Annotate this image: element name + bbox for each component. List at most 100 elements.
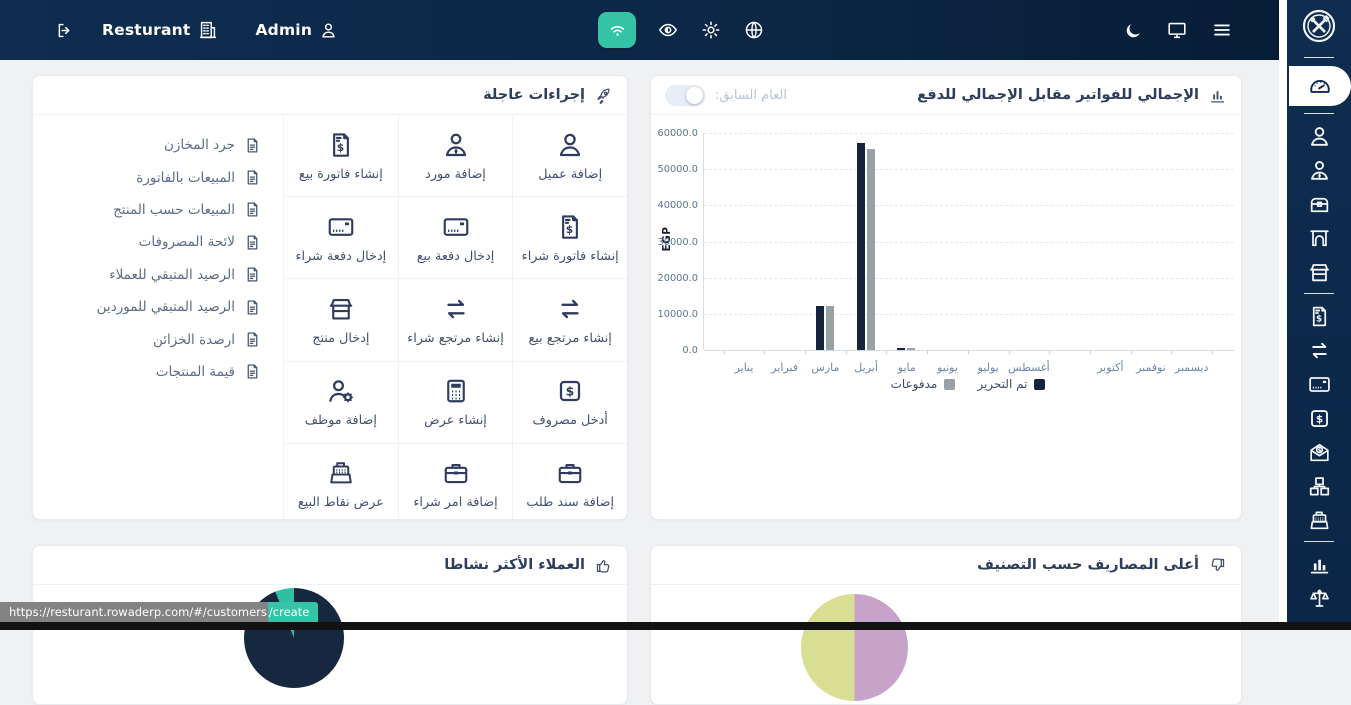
report-link[interactable]: المبيعات حسب المنتج	[43, 194, 261, 226]
sidebar-item-chest[interactable]	[1287, 187, 1351, 221]
logout-icon[interactable]	[55, 21, 74, 40]
action-tile-label: إضافة عميل	[538, 167, 602, 182]
gear-icon[interactable]	[700, 19, 722, 41]
transfer-icon	[1307, 338, 1332, 363]
action-tile[interactable]: إضافة عميل	[513, 115, 627, 196]
thumbs-up-icon	[594, 556, 613, 575]
monitor-icon[interactable]	[1166, 19, 1188, 41]
briefcase-icon	[441, 458, 471, 488]
y-tick-label: 10000.0	[650, 309, 698, 320]
customers-title: العملاء الأكثر نشاطا	[444, 557, 585, 573]
action-tile-label: أدخل مصروف	[532, 413, 607, 428]
x-tick-label: أغسطس	[997, 361, 1061, 374]
dashboard-page: { "navbar": { "brand": "Resturant", "use…	[0, 0, 1351, 630]
quick-actions-body: إضافة عميل إضافة موردإنشاء فاتورة بيع إنشا…	[33, 115, 627, 520]
sidebar-item-register[interactable]	[1287, 503, 1351, 537]
sidebar-item-dashboard-active[interactable]	[1289, 66, 1351, 106]
action-tile[interactable]: إنشاء فاتورة بيع	[284, 115, 398, 196]
action-tile[interactable]: إنشاء فاتورة شراء	[513, 197, 627, 278]
action-tile[interactable]: عرض نقاط البيع	[284, 444, 398, 520]
brand-name: Resturant	[102, 21, 190, 39]
building-icon	[197, 19, 219, 41]
sidebar-item-dollar-square[interactable]	[1287, 401, 1351, 435]
action-tile[interactable]: أدخل مصروف	[513, 362, 627, 443]
dollar-square-icon	[1307, 406, 1332, 431]
quick-actions-header: إجراءات عاجلة	[33, 76, 627, 115]
action-tile[interactable]: إضافة موظف	[284, 362, 398, 443]
navbar-center-group	[598, 0, 765, 60]
report-link[interactable]: قيمة المنتجات	[43, 356, 261, 388]
prev-year-toggle[interactable]	[665, 85, 705, 106]
sidebar-item-store[interactable]	[1287, 255, 1351, 289]
boxes-icon	[1307, 474, 1332, 499]
report-link[interactable]: المبيعات بالفاتورة	[43, 161, 261, 193]
chart-legend: تم التحريرمدفوعات	[703, 377, 1233, 391]
action-tile-label: إنشاء فاتورة شراء	[522, 249, 619, 264]
gridline	[704, 205, 1234, 206]
action-tile[interactable]: إضافة امر شراء	[399, 444, 513, 520]
sidebar-item-money-envelope[interactable]	[1287, 435, 1351, 469]
action-tile-label: إضافة موظف	[305, 413, 377, 428]
moon-icon[interactable]	[1124, 21, 1143, 40]
action-tile[interactable]: إضافة مورد	[399, 115, 513, 196]
y-tick-label: 30000.0	[650, 237, 698, 248]
sidebar-item-credit-card[interactable]	[1287, 367, 1351, 401]
report-link[interactable]: الرصيد المتبقي للعملاء	[43, 259, 261, 291]
x-tick	[886, 350, 887, 354]
app-logo[interactable]	[1299, 6, 1339, 46]
sidebar-item-user-tie[interactable]	[1287, 153, 1351, 187]
briefcase-icon	[555, 458, 585, 488]
sidebar-item-user[interactable]	[1287, 119, 1351, 153]
doc-report-icon	[244, 169, 261, 186]
x-tick	[927, 350, 928, 354]
scales-icon	[1307, 586, 1332, 611]
legend-label: مدفوعات	[891, 377, 938, 391]
x-tick	[1212, 350, 1213, 354]
invoice-dollar-icon	[1307, 304, 1332, 329]
thumbs-down-icon	[1208, 556, 1227, 575]
report-link[interactable]: لائحة المصروفات	[43, 226, 261, 258]
action-tile-label: إنشاء عرض	[424, 413, 487, 428]
globe-icon[interactable]	[743, 19, 765, 41]
x-tick-label: ديسمبر	[1160, 361, 1224, 374]
bar-chart: EGP 0.010000.020000.030000.040000.050000…	[651, 115, 1241, 415]
chart-plot-area: 0.010000.020000.030000.040000.050000.060…	[703, 133, 1234, 350]
sidebar-item-invoice-dollar[interactable]	[1287, 299, 1351, 333]
user-gear-icon	[326, 376, 356, 406]
action-tile[interactable]: إنشاء مرتجع شراء	[399, 279, 513, 360]
transfer-icon	[441, 294, 471, 324]
status-url-base: https://resturant.rowaderp.com/#/custome…	[0, 602, 268, 622]
legend-swatch	[1034, 379, 1045, 390]
action-tile[interactable]: إنشاء عرض	[399, 362, 513, 443]
invoice-dollar-icon	[555, 212, 585, 242]
expenses-title-group: أعلى المصاريف حسب التصنيف	[977, 556, 1227, 575]
action-tile[interactable]: إدخال منتج	[284, 279, 398, 360]
sidebar-item-boxes[interactable]	[1287, 469, 1351, 503]
action-tile[interactable]: إدخال دفعة شراء	[284, 197, 398, 278]
user-menu[interactable]: Admin	[255, 21, 338, 40]
action-tile[interactable]: إنشاء مرتجع بيع	[513, 279, 627, 360]
sidebar-divider	[1304, 293, 1334, 294]
dashboard-icon	[1307, 73, 1333, 99]
eye-icon[interactable]	[657, 19, 679, 41]
sidebar-item-bar-chart[interactable]	[1287, 547, 1351, 581]
report-link[interactable]: جرد المخازن	[43, 129, 261, 161]
report-link-label: قيمة المنتجات	[156, 364, 235, 380]
action-tile[interactable]: إضافة سند طلب	[513, 444, 627, 520]
link-preview-statusbar: https://resturant.rowaderp.com/#/custome…	[0, 602, 318, 622]
sidebar-item-transfer[interactable]	[1287, 333, 1351, 367]
sidebar-item-arch[interactable]	[1287, 221, 1351, 255]
sidebar-item-scales[interactable]	[1287, 581, 1351, 615]
calculator-icon	[441, 376, 471, 406]
report-link[interactable]: الرصيد المتبقي للموردين	[43, 291, 261, 323]
invoices-chart-card: الإجمالي للفواتير مقابل الإجمالي للدفع ا…	[650, 75, 1242, 520]
bar-paid	[867, 149, 875, 350]
doc-report-icon	[244, 137, 261, 154]
action-tile[interactable]: إدخال دفعة بيع	[399, 197, 513, 278]
hamburger-icon[interactable]	[1211, 19, 1233, 41]
action-tile-label: إنشاء مرتجع بيع	[528, 331, 611, 346]
brand[interactable]: Resturant	[102, 19, 219, 41]
report-link[interactable]: ارصدة الخزائن	[43, 323, 261, 355]
connection-button[interactable]	[598, 12, 636, 48]
action-tile-label: إضافة سند طلب	[526, 495, 614, 510]
